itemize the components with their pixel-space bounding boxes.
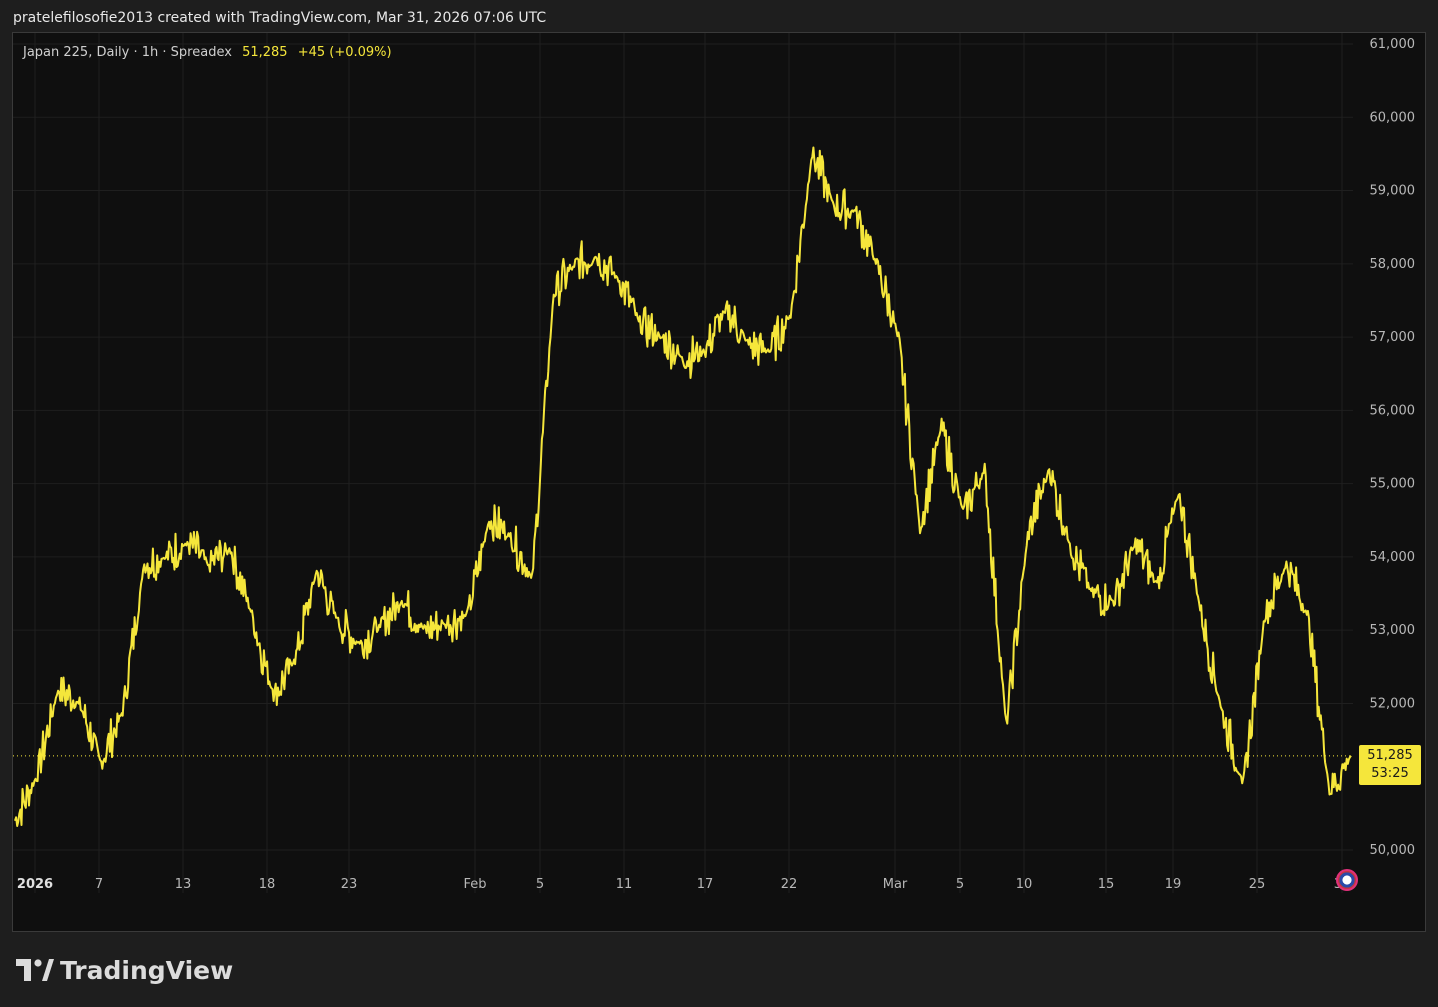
y-tick-label: 50,000	[1370, 843, 1416, 858]
price-change: +45 (+0.09%)	[297, 45, 392, 60]
x-tick-label: 7	[95, 877, 103, 892]
chart-attribution: pratelefilosofie2013 created with Tradin…	[13, 10, 547, 26]
last-value: 51,285	[242, 45, 288, 60]
y-tick-label: 53,000	[1370, 623, 1416, 638]
y-tick-label: 61,000	[1370, 37, 1416, 52]
last-price-label: 51,285 53:25	[1359, 745, 1421, 785]
y-tick-label: 55,000	[1370, 477, 1416, 492]
x-tick-label: Mar	[883, 877, 908, 892]
tradingview-logo-icon	[16, 959, 54, 981]
us-flag-icon[interactable]	[1336, 869, 1358, 891]
x-tick-label: 15	[1098, 877, 1115, 892]
x-tick-label: 10	[1016, 877, 1033, 892]
y-tick-label: 58,000	[1370, 257, 1416, 272]
price-chart[interactable]: 61,000 60,000 59,000 58,000 57,000 56,000 55,0…	[12, 32, 1426, 932]
x-tick-label: 11	[616, 877, 633, 892]
y-tick-label: 57,000	[1370, 330, 1416, 345]
x-tick-label: 25	[1249, 877, 1266, 892]
last-price-value: 51,285	[1367, 748, 1413, 763]
x-tick-label: 18	[259, 877, 276, 892]
bar-countdown: 53:25	[1371, 766, 1409, 781]
price-series-line	[14, 146, 1352, 827]
x-tick-label: Feb	[463, 877, 486, 892]
y-tick-label: 56,000	[1370, 403, 1416, 418]
symbol-legend[interactable]: Japan 225, Daily · 1h · Spreadex 51,285 …	[23, 45, 392, 60]
symbol-label: Japan 225, Daily · 1h · Spreadex	[23, 45, 232, 60]
x-tick-label: 2026	[17, 877, 53, 892]
x-tick-label: 13	[175, 877, 192, 892]
y-tick-label: 60,000	[1370, 110, 1416, 125]
x-tick-label: 17	[697, 877, 714, 892]
x-tick-label: 22	[781, 877, 798, 892]
x-tick-label: 23	[341, 877, 358, 892]
tradingview-wordmark: TradingView	[60, 955, 234, 985]
y-tick-label: 59,000	[1370, 184, 1416, 199]
x-tick-label: 19	[1165, 877, 1182, 892]
tradingview-logo[interactable]: TradingView	[16, 954, 233, 986]
x-tick-label: 5	[536, 877, 544, 892]
x-tick-label: 5	[956, 877, 964, 892]
y-tick-label: 52,000	[1370, 696, 1416, 711]
y-tick-label: 54,000	[1370, 550, 1416, 565]
chart-canvas[interactable]: 61,000 60,000 59,000 58,000 57,000 56,000 55,0…	[13, 33, 1425, 931]
